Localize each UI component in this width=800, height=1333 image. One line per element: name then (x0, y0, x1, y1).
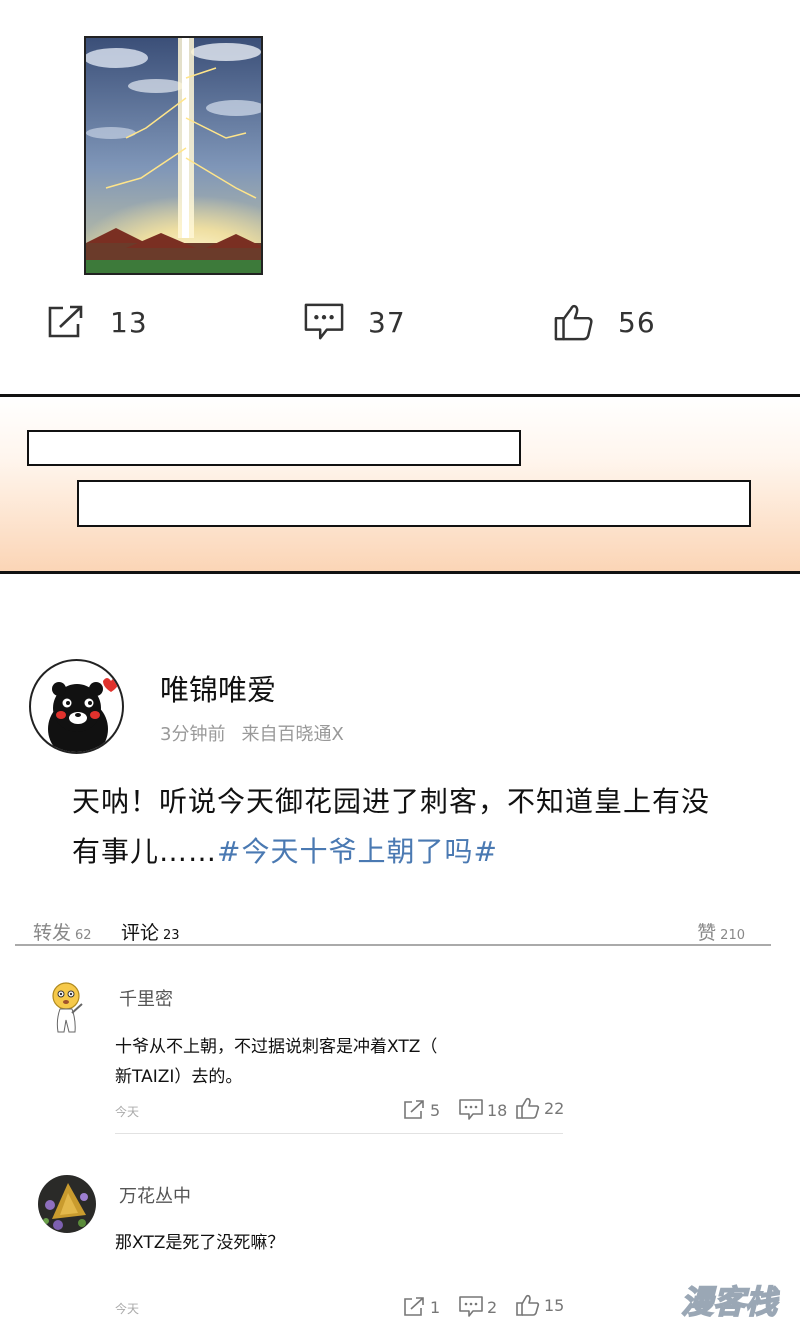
caption-band (0, 394, 800, 574)
comment-share-button[interactable]: 1 (402, 1296, 440, 1318)
comment-time: 今天 (115, 1105, 140, 1119)
post-time: 3分钟前 (160, 724, 226, 745)
comment-button[interactable]: 37 (304, 300, 406, 344)
username[interactable]: 唯锦唯爱 (160, 667, 276, 709)
share-count: 1 (430, 1297, 441, 1317)
share-count: 5 (430, 1100, 441, 1120)
share-count: 13 (110, 305, 148, 339)
comment-author[interactable]: 千里密 (119, 985, 173, 1011)
share-button[interactable]: 13 (46, 300, 148, 344)
comment-line: 新TAIZI）去的。 (115, 1067, 243, 1087)
tab-repost[interactable]: 转发 62 (33, 918, 92, 945)
share-icon (402, 1099, 426, 1121)
avatar[interactable] (38, 1175, 96, 1233)
thumbs-up-icon (516, 1097, 540, 1119)
post-text: 天呐！听说今天御花园进了刺客，不知道皇上有没有事儿……#今天十爷上朝了吗# (72, 777, 712, 877)
tab-count: 23 (163, 928, 180, 943)
post-image[interactable] (84, 36, 263, 275)
post-meta: 3分钟前 来自百晓通X (160, 720, 344, 746)
reply-count: 18 (487, 1100, 508, 1120)
comment-reply-button[interactable]: 18 (459, 1099, 507, 1121)
comment-author[interactable]: 万花丛中 (119, 1182, 191, 1208)
post-source: 来自百晓通X (241, 724, 344, 745)
thumbs-up-icon (554, 302, 594, 342)
like-button[interactable]: 56 (554, 300, 656, 344)
watermark-logo: 漫客栈 (668, 1275, 790, 1325)
comment-count: 37 (368, 305, 406, 339)
comment-like-button[interactable]: 22 (516, 1097, 564, 1119)
comment-time: 今天 (115, 1302, 140, 1316)
tab-like[interactable]: 赞 210 (697, 918, 745, 945)
avatar[interactable] (29, 659, 124, 754)
comment-like-button[interactable]: 15 (516, 1294, 564, 1316)
comment-reply-button[interactable]: 2 (459, 1296, 497, 1318)
comment-divider (115, 1133, 563, 1134)
caption-box (77, 480, 751, 527)
reply-count: 2 (487, 1297, 498, 1317)
like-count: 22 (544, 1098, 565, 1118)
comment-icon (304, 302, 344, 342)
light-pillar-illustration (86, 38, 261, 273)
kumamon-avatar-icon (48, 678, 119, 752)
comment-text: 那XTZ是死了没死嘛？ (115, 1228, 515, 1258)
comment-text: 十爷从不上朝，不过据说刺客是冲着XTZ（ 新TAIZI）去的。 (115, 1032, 515, 1092)
tab-comment[interactable]: 评论 23 (121, 918, 180, 945)
share-icon (402, 1296, 426, 1318)
thumbs-up-icon (516, 1294, 540, 1316)
avatar[interactable] (38, 980, 96, 1038)
tab-count: 210 (720, 928, 745, 943)
tab-count: 62 (75, 928, 92, 943)
comment-line: 那XTZ是死了没死嘛？ (115, 1233, 285, 1253)
tab-label: 转发 (33, 922, 72, 944)
like-count: 56 (618, 305, 656, 339)
flower-avatar-icon (38, 1175, 96, 1233)
tab-label: 赞 (697, 922, 717, 944)
hashtag-link[interactable]: #今天十爷上朝了吗# (217, 835, 498, 868)
watermark-text: 漫客栈 (681, 1283, 780, 1321)
tab-label: 评论 (121, 922, 160, 944)
share-icon (46, 302, 86, 342)
comment-icon (459, 1099, 483, 1121)
comment-line: 十爷从不上朝，不过据说刺客是冲着XTZ（ (115, 1037, 438, 1057)
comment-share-button[interactable]: 5 (402, 1099, 440, 1121)
post-tabs: 转发 62 评论 23 赞 210 (15, 916, 771, 946)
caption-box (27, 430, 521, 466)
like-count: 15 (544, 1295, 565, 1315)
comment-icon (459, 1296, 483, 1318)
emoji-avatar-icon (52, 982, 83, 1033)
